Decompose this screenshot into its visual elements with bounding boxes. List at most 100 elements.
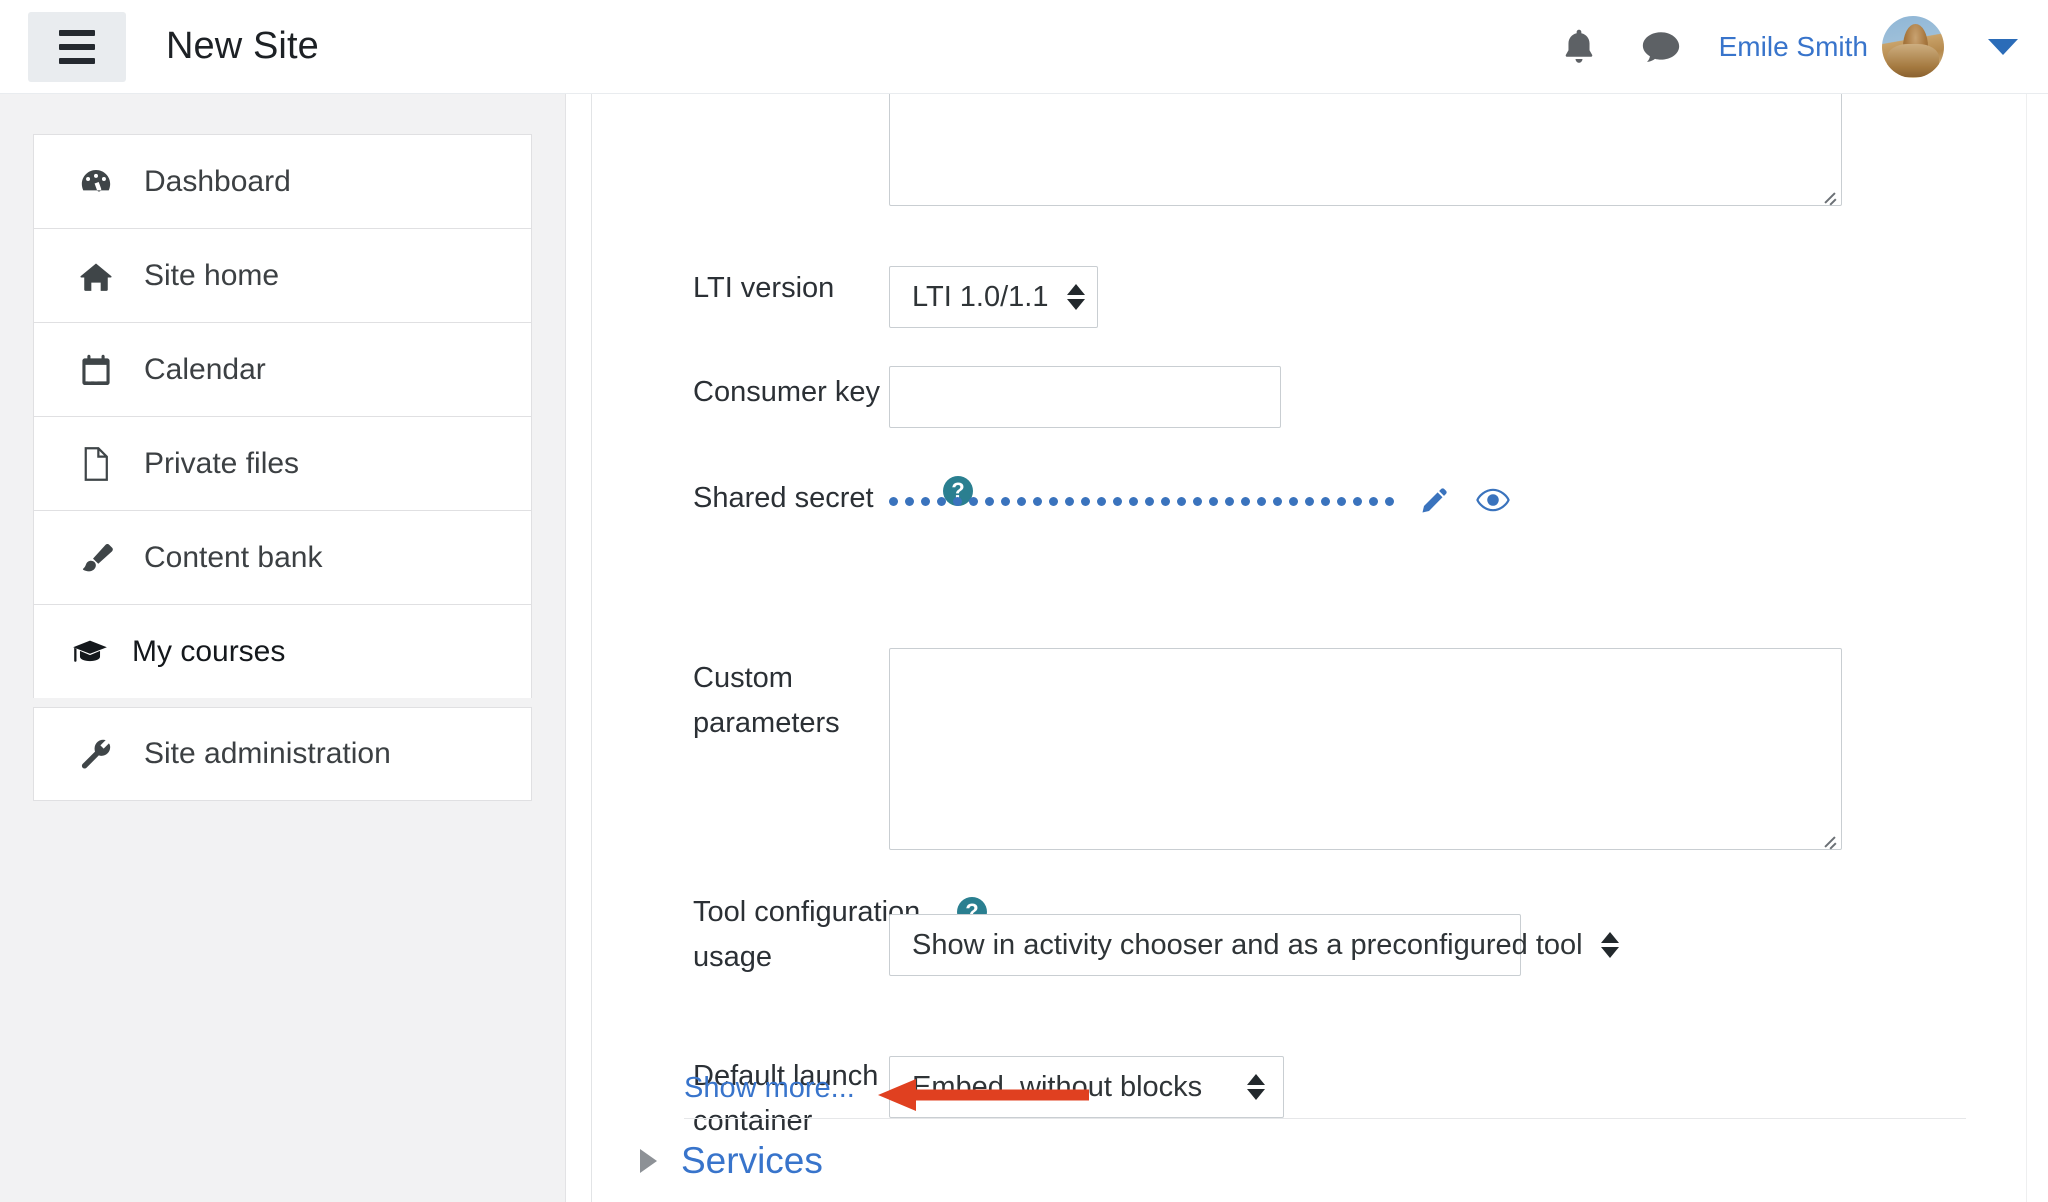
masked-dot (1273, 496, 1282, 506)
sidebar-item-label: Site administration (144, 737, 391, 770)
graduation-cap-icon (72, 636, 108, 668)
masked-dot (1177, 496, 1186, 506)
select-arrows-icon (1066, 284, 1085, 310)
form-section-rule (684, 1118, 1966, 1119)
masked-dot (1289, 496, 1298, 506)
chevron-down-icon[interactable] (1988, 38, 2018, 55)
masked-dot (1049, 496, 1058, 506)
resize-grip-icon (1821, 831, 1837, 847)
masked-dot (1161, 496, 1170, 506)
masked-password-dots (889, 496, 1394, 506)
reveal-shared-secret-button[interactable] (1476, 487, 1510, 516)
navbar-left-group: New Site (0, 11, 319, 82)
sidebar-item-label: Calendar (144, 352, 266, 386)
masked-dot (1065, 496, 1074, 506)
field-row-lti-version: LTI version ? (693, 266, 1993, 311)
field-row-consumer-key: Consumer key ? (693, 370, 1993, 415)
masked-dot (1209, 496, 1218, 506)
masked-dot (937, 496, 946, 506)
content-right-divider (2026, 94, 2027, 1202)
sidebar-nav-list: Dashboard Site home Calendar Private fil… (33, 134, 532, 801)
tool-description-textarea[interactable] (889, 94, 1842, 206)
select-value: LTI 1.0/1.1 (912, 280, 1049, 313)
masked-dot (1097, 496, 1106, 506)
site-title: New Site (166, 25, 319, 67)
consumer-key-input[interactable] (889, 366, 1281, 428)
calendar-icon (78, 353, 114, 387)
select-value: Show in activity chooser and as a precon… (912, 928, 1583, 961)
triangle-right-icon (640, 1149, 657, 1173)
top-navbar: New Site Emile Smith (0, 0, 2048, 94)
main-content: LTI version ? LTI 1.0/1.1 Consumer key ?… (567, 94, 2048, 1202)
pencil-icon (1420, 485, 1450, 518)
masked-dot (905, 496, 914, 506)
file-icon (78, 446, 114, 482)
shared-secret-masked-value (889, 484, 1510, 518)
dashboard-icon (78, 165, 114, 199)
sidebar-item-calendar[interactable]: Calendar (33, 322, 532, 416)
bell-icon (1561, 28, 1597, 66)
masked-dot (985, 496, 994, 506)
select-value: Embed, without blocks (912, 1070, 1203, 1103)
masked-dot (1369, 496, 1378, 506)
sidebar-item-my-courses[interactable]: My courses (33, 604, 532, 698)
sidebar-item-label: Private files (144, 446, 300, 480)
masked-dot (1193, 496, 1202, 506)
hamburger-icon-bar (59, 57, 95, 64)
masked-dot (1033, 496, 1042, 506)
sidebar-item-dashboard[interactable]: Dashboard (33, 134, 532, 228)
sidebar-item-label: Dashboard (144, 164, 291, 198)
show-more-link[interactable]: Show more... (684, 1072, 855, 1105)
sidebar-item-label: Content bank (144, 540, 323, 574)
paintbrush-icon (78, 541, 114, 575)
masked-dot (921, 496, 930, 506)
home-icon (78, 260, 114, 292)
sidebar-item-site-administration[interactable]: Site administration (33, 707, 532, 801)
chat-bubble-icon (1641, 30, 1681, 64)
sidebar-item-private-files[interactable]: Private files (33, 416, 532, 510)
masked-dot (1113, 496, 1122, 506)
wrench-icon (78, 737, 114, 771)
notifications-button[interactable] (1539, 12, 1619, 82)
navbar-right-group: Emile Smith (1539, 12, 2048, 82)
sidebar-item-content-bank[interactable]: Content bank (33, 510, 532, 604)
section-title: Services (681, 1140, 823, 1181)
masked-dot (953, 496, 962, 506)
masked-dot (1241, 496, 1250, 506)
select-arrows-icon (1600, 932, 1619, 958)
select-arrows-icon (1247, 1074, 1265, 1100)
masked-dot (1321, 496, 1330, 506)
avatar (1882, 15, 1944, 78)
tool-configuration-usage-select[interactable]: Show in activity chooser and as a precon… (889, 914, 1619, 976)
masked-dot (889, 496, 898, 506)
masked-dot (1129, 496, 1138, 506)
user-name-label: Emile Smith (1718, 30, 1868, 62)
masked-dot (1257, 496, 1266, 506)
section-toggle-services[interactable]: Services (640, 1140, 823, 1182)
sidebar-item-site-home[interactable]: Site home (33, 228, 532, 322)
eye-icon (1476, 487, 1510, 516)
sidebar-item-label: My courses (132, 634, 286, 668)
masked-dot (1305, 496, 1314, 506)
masked-dot (1385, 496, 1394, 506)
menu-toggle-button[interactable] (28, 11, 126, 82)
user-menu[interactable]: Emile Smith (1703, 15, 1944, 78)
masked-dot (1017, 496, 1026, 506)
nav-drawer: Dashboard Site home Calendar Private fil… (0, 94, 566, 1202)
lti-version-select[interactable]: LTI 1.0/1.1 (889, 266, 1098, 328)
masked-dot (1081, 496, 1090, 506)
hamburger-icon-bar (59, 43, 95, 50)
sidebar-item-label: Site home (144, 258, 280, 292)
content-left-divider (591, 94, 592, 1202)
custom-parameters-textarea[interactable] (889, 648, 1842, 850)
edit-shared-secret-button[interactable] (1420, 485, 1450, 518)
masked-dot (1145, 496, 1154, 506)
messages-button[interactable] (1619, 12, 1703, 82)
hamburger-icon-bar (59, 29, 95, 36)
masked-dot (969, 496, 978, 506)
masked-dot (1337, 496, 1346, 506)
resize-grip-icon (1821, 187, 1837, 203)
masked-dot (1225, 496, 1234, 506)
masked-dot (1353, 496, 1362, 506)
default-launch-container-select[interactable]: Embed, without blocks (889, 1056, 1284, 1118)
